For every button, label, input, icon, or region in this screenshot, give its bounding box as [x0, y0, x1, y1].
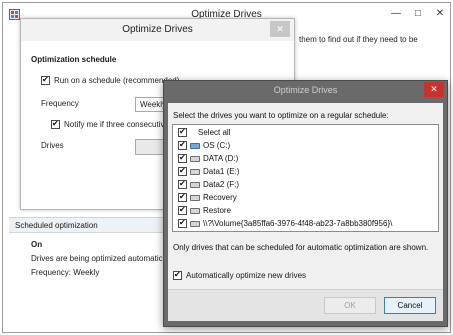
- drive-icon: [190, 169, 200, 175]
- drive-row-f[interactable]: Data2 (F:): [176, 179, 438, 191]
- drive-label: OS (C:): [203, 141, 231, 150]
- drive-instruction: Select the drives you want to optimize o…: [173, 111, 389, 120]
- schedule-heading: Optimization schedule: [31, 55, 117, 64]
- schedulable-drives-note: Only drives that can be scheduled for au…: [173, 243, 429, 252]
- main-hint-text: them to find out if they need to be: [299, 35, 418, 44]
- drive-checkbox[interactable]: [178, 140, 187, 150]
- drive-icon: [190, 221, 200, 227]
- drive-checkbox[interactable]: [178, 166, 187, 176]
- notify-checkbox[interactable]: [51, 119, 60, 129]
- drive-icon: [190, 208, 200, 214]
- drive-checkbox[interactable]: [178, 192, 187, 202]
- select-all-row[interactable]: Select all: [176, 127, 438, 139]
- drive-checkbox[interactable]: [178, 205, 187, 215]
- select-all-checkbox[interactable]: [178, 127, 187, 137]
- drive-dialog-titlebar: Optimize Drives ✕: [164, 81, 447, 101]
- run-on-schedule-label: Run on a schedule (recommended): [54, 76, 180, 85]
- main-close-button[interactable]: ✕: [429, 6, 451, 22]
- drive-icon: [190, 195, 200, 201]
- drive-dialog-title: Optimize Drives: [273, 85, 338, 95]
- drive-label: Recovery: [203, 193, 237, 202]
- frequency-label: Frequency: [41, 99, 79, 108]
- drive-label: Data1 (E:): [203, 167, 240, 176]
- drive-dialog-footer: OK Cancel: [168, 289, 443, 321]
- auto-optimize-checkbox[interactable]: [173, 270, 182, 280]
- run-on-schedule-checkbox[interactable]: [41, 75, 50, 85]
- drive-dialog-close-button[interactable]: ✕: [424, 82, 444, 97]
- drive-label: Restore: [203, 206, 232, 215]
- select-all-label: Select all: [198, 128, 231, 137]
- drive-label: Data2 (F:): [203, 180, 240, 189]
- drive-row-recovery[interactable]: Recovery: [176, 192, 438, 204]
- drive-row-volume[interactable]: \\?\Volume{3a85ffa6-3976-4f48-ab23-7a8bb…: [176, 218, 438, 230]
- cancel-button[interactable]: Cancel: [384, 297, 436, 314]
- drive-icon: [190, 156, 200, 162]
- auto-optimize-row[interactable]: Automatically optimize new drives: [173, 270, 373, 282]
- minimize-button[interactable]: —: [385, 6, 407, 22]
- schedule-state: On: [31, 240, 43, 249]
- drive-selection-dialog: Optimize Drives ✕ Select the drives you …: [163, 80, 448, 327]
- drive-icon: [190, 182, 200, 188]
- drive-checkbox[interactable]: [178, 179, 187, 189]
- ok-button[interactable]: OK: [324, 297, 376, 314]
- maximize-button[interactable]: □: [407, 6, 429, 22]
- drive-listbox[interactable]: Select all OS (C:) DATA (D:) Data1 (E:): [172, 124, 439, 232]
- schedule-dialog-close-button[interactable]: ✕: [270, 21, 290, 37]
- drive-row-d[interactable]: DATA (D:): [176, 153, 438, 165]
- schedule-dialog-titlebar: Optimize Drives ✕: [21, 19, 294, 41]
- drive-label: DATA (D:): [203, 154, 239, 163]
- system-drive-icon: [190, 143, 200, 149]
- drive-row-e[interactable]: Data1 (E:): [176, 166, 438, 178]
- schedule-status-text: Drives are being optimized automatical: [31, 254, 169, 263]
- schedule-frequency-text: Frequency: Weekly: [31, 268, 100, 277]
- scheduled-optimization-header: Scheduled optimization: [9, 217, 173, 233]
- auto-optimize-label: Automatically optimize new drives: [186, 271, 307, 280]
- notify-label: Notify me if three consecutiv: [64, 120, 165, 129]
- schedule-dialog-title: Optimize Drives: [122, 24, 193, 35]
- drive-checkbox[interactable]: [178, 218, 187, 228]
- drive-checkbox[interactable]: [178, 153, 187, 163]
- scheduled-optimization-section: Scheduled optimization On Drives are bei…: [9, 217, 173, 307]
- drive-dialog-body: Select the drives you want to optimize o…: [168, 103, 443, 321]
- drives-label: Drives: [41, 141, 64, 150]
- drive-row-restore[interactable]: Restore: [176, 205, 438, 217]
- drive-label: \\?\Volume{3a85ffa6-3976-4f48-ab23-7a8bb…: [203, 219, 393, 228]
- drive-row-c[interactable]: OS (C:): [176, 140, 438, 152]
